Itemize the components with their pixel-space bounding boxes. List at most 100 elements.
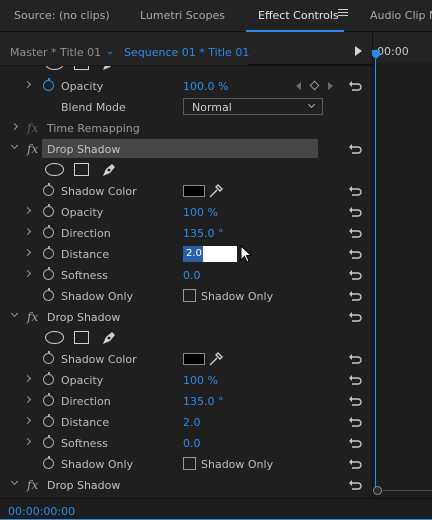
expand-chevron-icon[interactable]: [23, 227, 32, 236]
reset-icon[interactable]: [348, 268, 362, 282]
expand-chevron-icon[interactable]: [23, 395, 32, 404]
stopwatch-icon[interactable]: [43, 78, 54, 91]
timeline-zoom-scrollbar[interactable]: [373, 484, 432, 498]
pen-mask-icon[interactable]: [100, 66, 118, 73]
reset-icon[interactable]: [348, 373, 362, 387]
reset-icon[interactable]: [348, 478, 362, 492]
expand-chevron-icon[interactable]: [23, 374, 32, 383]
stopwatch-icon[interactable]: [43, 372, 54, 385]
stopwatch-icon[interactable]: [43, 267, 54, 280]
softness-value[interactable]: 0.0: [183, 437, 201, 450]
master-clip-label[interactable]: Master * Title 01: [10, 46, 101, 59]
reset-icon[interactable]: [348, 457, 362, 471]
tab-lumetri-scopes[interactable]: Lumetri Scopes: [140, 9, 225, 22]
shadow-only-checkbox-label[interactable]: Shadow Only: [201, 458, 273, 471]
reset-icon[interactable]: [348, 247, 362, 261]
opacity-value[interactable]: 100 %: [183, 374, 218, 387]
ellipse-mask-icon[interactable]: [45, 331, 64, 344]
current-timecode[interactable]: 00:00:00:00: [8, 505, 75, 518]
reset-icon[interactable]: [348, 310, 362, 324]
fx-icon[interactable]: fx: [27, 121, 38, 135]
chevron-down-icon[interactable]: ⌄: [106, 46, 114, 57]
rectangle-mask-icon[interactable]: [74, 163, 89, 176]
prev-keyframe-icon[interactable]: [296, 82, 301, 90]
shadow-only-checkbox[interactable]: [183, 457, 196, 470]
reset-icon[interactable]: [348, 415, 362, 429]
shadow-only-checkbox-label[interactable]: Shadow Only: [201, 290, 273, 303]
opacity-value[interactable]: 100.0 %: [183, 80, 228, 93]
add-keyframe-icon[interactable]: [309, 80, 320, 91]
fx-icon[interactable]: fx: [27, 478, 38, 492]
panel-menu-icon[interactable]: [338, 9, 348, 19]
reset-icon[interactable]: [348, 79, 362, 93]
reset-icon[interactable]: [348, 142, 362, 156]
ellipse-mask-icon[interactable]: [45, 163, 64, 176]
drop-shadow-header[interactable]: fx Drop Shadow: [0, 475, 372, 496]
reset-icon[interactable]: [348, 289, 362, 303]
reset-icon[interactable]: [348, 394, 362, 408]
expand-chevron-icon[interactable]: [23, 269, 32, 278]
expand-chevron-icon[interactable]: [23, 437, 32, 446]
stopwatch-icon[interactable]: [43, 414, 54, 427]
time-ruler[interactable]: 00:00: [372, 32, 432, 62]
stopwatch-icon[interactable]: [43, 456, 54, 469]
collapse-chevron-icon[interactable]: [10, 309, 19, 318]
drop-shadow-header[interactable]: fx Drop Shadow: [0, 307, 372, 328]
direction-value[interactable]: 135.0 °: [183, 395, 224, 408]
next-keyframe-icon[interactable]: [328, 82, 333, 90]
softness-value[interactable]: 0.0: [183, 269, 201, 282]
reset-icon[interactable]: [348, 184, 362, 198]
stopwatch-icon[interactable]: [43, 288, 54, 301]
drop-shadow-label: Drop Shadow: [47, 311, 121, 324]
fx-icon[interactable]: fx: [27, 142, 38, 156]
blend-mode-select[interactable]: Normal: [183, 98, 323, 115]
fx-icon[interactable]: fx: [27, 310, 38, 324]
eyedropper-icon[interactable]: [208, 351, 224, 367]
blend-mode-value: Normal: [192, 101, 232, 114]
distance-label: Distance: [61, 248, 110, 261]
time-remapping-row[interactable]: fx Time Remapping: [0, 118, 372, 139]
reset-icon[interactable]: [348, 205, 362, 219]
ellipse-mask-icon[interactable]: [45, 66, 64, 70]
tab-effect-controls[interactable]: Effect Controls: [258, 9, 339, 22]
tab-source[interactable]: Source: (no clips): [14, 9, 110, 22]
distance-value[interactable]: 2.0: [183, 416, 201, 429]
stopwatch-icon[interactable]: [43, 435, 54, 448]
expand-chevron-icon[interactable]: [10, 122, 19, 131]
stopwatch-icon[interactable]: [43, 246, 54, 259]
stopwatch-icon[interactable]: [43, 351, 54, 364]
expand-chevron-icon[interactable]: [23, 80, 32, 89]
drop-shadow-header[interactable]: fx Drop Shadow: [0, 139, 372, 160]
distance-row: Distance 2.0: [0, 412, 372, 433]
stopwatch-icon[interactable]: [43, 393, 54, 406]
tab-audio-clip-mixer[interactable]: Audio Clip Mi: [370, 9, 432, 22]
rectangle-mask-icon[interactable]: [74, 331, 89, 344]
shadow-only-checkbox[interactable]: [183, 289, 196, 302]
stopwatch-icon[interactable]: [43, 225, 54, 238]
distance-input[interactable]: 2.0: [183, 246, 237, 262]
pen-mask-icon[interactable]: [100, 329, 118, 347]
stopwatch-icon[interactable]: [43, 204, 54, 217]
eyedropper-icon[interactable]: [208, 183, 224, 199]
sequence-clip-label[interactable]: Sequence 01 * Title 01: [124, 46, 249, 59]
shadow-color-label: Shadow Color: [61, 185, 137, 198]
scroll-handle[interactable]: [373, 486, 382, 495]
direction-value[interactable]: 135.0 °: [183, 227, 224, 240]
color-swatch[interactable]: [183, 185, 205, 197]
collapse-chevron-icon[interactable]: [10, 141, 19, 150]
stopwatch-icon[interactable]: [43, 183, 54, 196]
rectangle-mask-icon[interactable]: [74, 66, 89, 70]
effect-timeline[interactable]: 00:00: [372, 32, 432, 498]
expand-chevron-icon[interactable]: [23, 248, 32, 257]
pen-mask-icon[interactable]: [100, 161, 118, 179]
opacity-value[interactable]: 100 %: [183, 206, 218, 219]
play-icon[interactable]: [355, 46, 362, 56]
collapse-chevron-icon[interactable]: [10, 477, 19, 486]
reset-icon[interactable]: [348, 352, 362, 366]
reset-icon[interactable]: [348, 226, 362, 240]
expand-chevron-icon[interactable]: [23, 206, 32, 215]
color-swatch[interactable]: [183, 353, 205, 365]
direction-row: Direction 135.0 °: [0, 223, 372, 244]
expand-chevron-icon[interactable]: [23, 416, 32, 425]
reset-icon[interactable]: [348, 436, 362, 450]
